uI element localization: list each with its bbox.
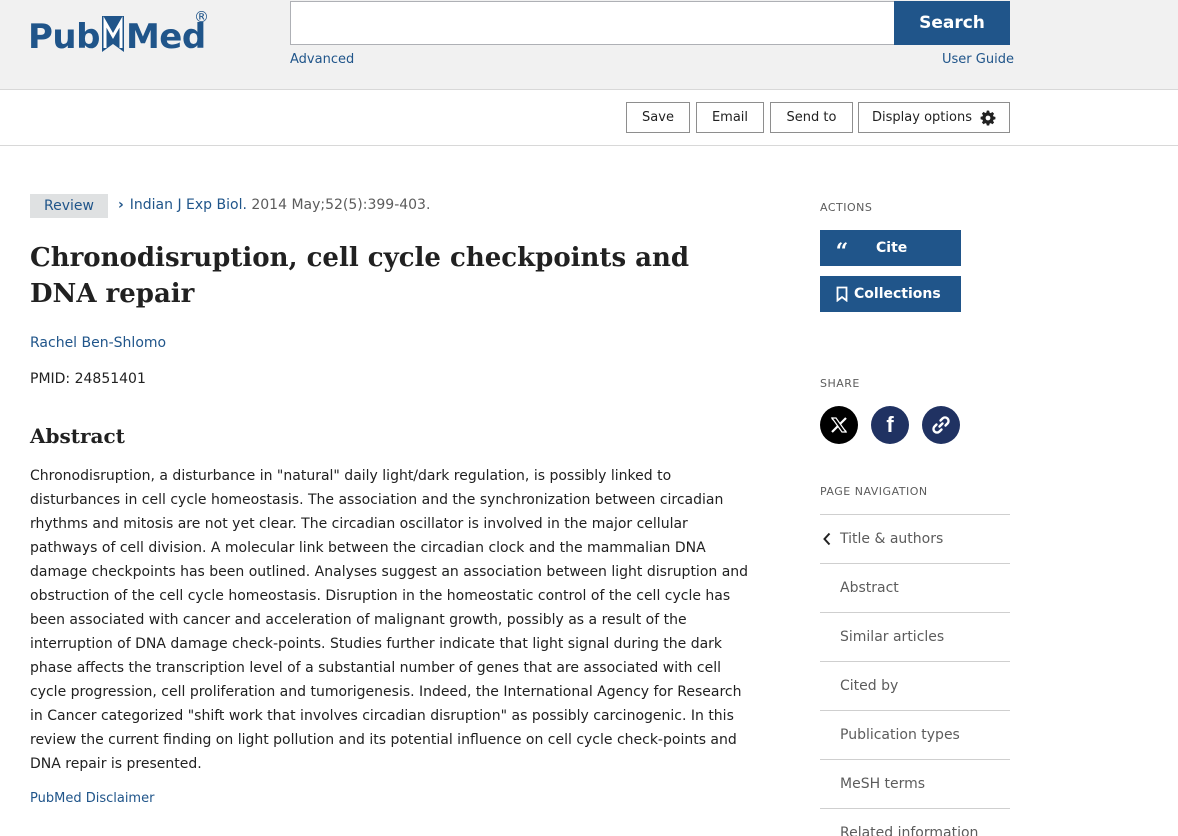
- link-icon: [932, 416, 950, 434]
- logo-text: Pub Med: [28, 14, 206, 57]
- collections-label: Collections: [854, 286, 941, 302]
- nav-item-title-authors[interactable]: Title & authors: [820, 514, 1010, 563]
- page-navigation-heading: PAGE NAVIGATION: [820, 485, 928, 498]
- send-to-button[interactable]: Send to: [770, 102, 853, 133]
- quote-icon: “: [835, 239, 849, 265]
- collections-button[interactable]: Collections: [820, 276, 961, 312]
- bookmark-icon: [832, 286, 852, 302]
- nav-item-label: Abstract: [840, 580, 899, 596]
- nav-item-label: Related information: [840, 825, 979, 836]
- nav-item-publication-types[interactable]: Publication types: [820, 710, 1010, 759]
- nav-item-mesh-terms[interactable]: MeSH terms: [820, 759, 1010, 808]
- user-guide-link[interactable]: User Guide: [942, 52, 1014, 67]
- nav-item-cited-by[interactable]: Cited by: [820, 661, 1010, 710]
- actions-heading: ACTIONS: [820, 201, 873, 214]
- chevron-right-icon: ›: [118, 197, 124, 213]
- author-link[interactable]: Rachel Ben-Shlomo: [30, 335, 166, 351]
- nav-item-label: Cited by: [840, 678, 899, 694]
- share-link-button[interactable]: [922, 406, 960, 444]
- gear-icon: [980, 110, 996, 125]
- nav-item-similar-articles[interactable]: Similar articles: [820, 612, 1010, 661]
- share-facebook-button[interactable]: f: [871, 406, 909, 444]
- display-options-label: Display options: [872, 110, 972, 125]
- pmid-label: PMID:: [30, 371, 75, 387]
- facebook-icon: f: [886, 412, 894, 437]
- nav-item-label: Title & authors: [840, 531, 944, 547]
- page-navigation-list: Title & authors Abstract Similar article…: [820, 514, 1010, 836]
- search-button[interactable]: Search: [894, 1, 1010, 45]
- cite-label: Cite: [876, 240, 908, 256]
- x-icon: [830, 417, 848, 433]
- nav-item-label: Similar articles: [840, 629, 945, 645]
- search-input[interactable]: [290, 1, 895, 45]
- nav-item-abstract[interactable]: Abstract: [820, 563, 1010, 612]
- header: Pub Med ® Search Advanced User Guide: [0, 0, 1178, 90]
- nav-item-label: Publication types: [840, 727, 960, 743]
- citation-details: 2014 May;52(5):399-403.: [246, 197, 431, 213]
- pmid: PMID: 24851401: [30, 371, 146, 387]
- nav-item-related-information[interactable]: Related information: [820, 808, 1010, 836]
- nav-item-label: MeSH terms: [840, 776, 926, 792]
- journal-link[interactable]: Indian J Exp Biol.: [130, 197, 247, 213]
- abstract-text: Chronodisruption, a disturbance in "natu…: [30, 468, 749, 772]
- logo-text-pub: Pub: [28, 17, 100, 57]
- article-title: Chronodisruption, cell cycle checkpoints…: [30, 243, 690, 309]
- logo-bookmark-icon: [101, 16, 124, 52]
- chevron-left-icon: [823, 532, 831, 546]
- article-type-badge: Review: [30, 194, 108, 218]
- pubmed-disclaimer-link[interactable]: PubMed Disclaimer: [30, 791, 154, 806]
- pubmed-logo[interactable]: Pub Med ®: [28, 6, 218, 58]
- display-options-button[interactable]: Display options: [858, 102, 1010, 133]
- logo-registered-mark: ®: [194, 8, 209, 26]
- abstract-heading: Abstract: [30, 424, 125, 448]
- pmid-value: 24851401: [74, 371, 146, 387]
- cite-button[interactable]: “ Cite: [820, 230, 961, 266]
- citation-line: › Indian J Exp Biol. 2014 May;52(5):399-4…: [118, 197, 430, 213]
- save-button[interactable]: Save: [626, 102, 690, 133]
- advanced-search-link[interactable]: Advanced: [290, 52, 354, 67]
- email-button[interactable]: Email: [696, 102, 764, 133]
- share-x-button[interactable]: [820, 406, 858, 444]
- article-toolbar: Save Email Send to Display options: [0, 90, 1178, 146]
- share-heading: SHARE: [820, 377, 860, 390]
